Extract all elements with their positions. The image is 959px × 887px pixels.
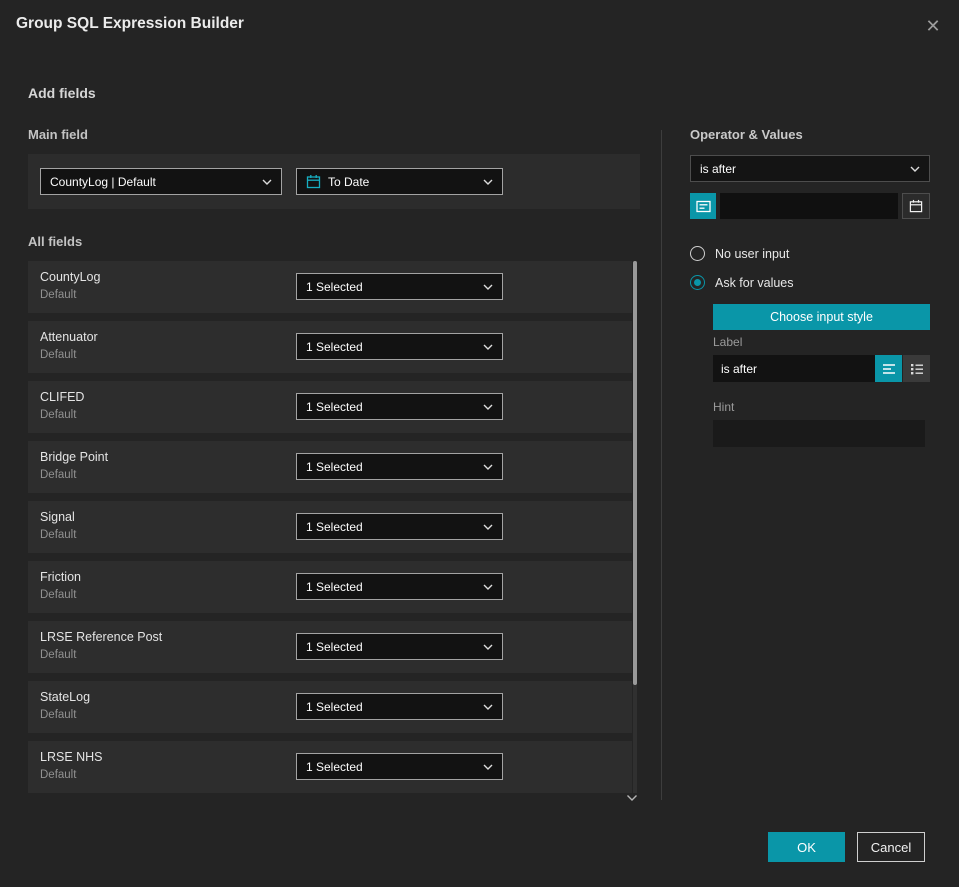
text-input-style-icon[interactable] bbox=[875, 355, 902, 382]
operator-select-value: is after bbox=[700, 161, 737, 176]
field-subtitle: Default bbox=[40, 649, 77, 661]
all-fields-label: All fields bbox=[28, 234, 83, 249]
field-selected-dropdown[interactable]: 1 Selected bbox=[296, 273, 503, 300]
main-field-label: Main field bbox=[28, 127, 88, 142]
field-row: StateLog Default 1 Selected bbox=[28, 681, 632, 733]
radio-icon bbox=[690, 246, 705, 261]
hint-caption: Hint bbox=[713, 400, 735, 414]
field-selected-value: 1 Selected bbox=[306, 459, 363, 474]
chevron-down-icon bbox=[483, 179, 493, 185]
field-subtitle: Default bbox=[40, 709, 77, 721]
scrollbar-thumb[interactable] bbox=[633, 261, 637, 685]
chevron-down-icon bbox=[483, 644, 493, 650]
field-row: LRSE NHS Default 1 Selected bbox=[28, 741, 632, 793]
main-field-date-value: To Date bbox=[328, 174, 370, 189]
chevron-down-icon bbox=[483, 404, 493, 410]
cancel-button[interactable]: Cancel bbox=[857, 832, 925, 862]
field-row: CountyLog Default 1 Selected bbox=[28, 261, 632, 313]
panel-divider bbox=[661, 130, 662, 800]
field-selected-value: 1 Selected bbox=[306, 639, 363, 654]
field-selected-value: 1 Selected bbox=[306, 699, 363, 714]
add-fields-heading: Add fields bbox=[28, 85, 96, 101]
chevron-down-icon bbox=[483, 584, 493, 590]
field-row: Friction Default 1 Selected bbox=[28, 561, 632, 613]
field-subtitle: Default bbox=[40, 589, 77, 601]
all-fields-list: CountyLog Default 1 Selected Attenuator Defa… bbox=[28, 261, 632, 801]
radio-label: No user input bbox=[715, 246, 790, 261]
field-name: Friction bbox=[40, 570, 81, 584]
label-input[interactable] bbox=[713, 355, 875, 382]
field-subtitle: Default bbox=[40, 469, 77, 481]
field-selected-dropdown[interactable]: 1 Selected bbox=[296, 513, 503, 540]
group-sql-expression-builder-dialog: Group SQL Expression Builder ✕ Add field… bbox=[0, 0, 959, 887]
field-selected-dropdown[interactable]: 1 Selected bbox=[296, 453, 503, 480]
scroll-down-icon[interactable] bbox=[626, 789, 642, 801]
field-selected-dropdown[interactable]: 1 Selected bbox=[296, 753, 503, 780]
field-selected-value: 1 Selected bbox=[306, 519, 363, 534]
field-row: Bridge Point Default 1 Selected bbox=[28, 441, 632, 493]
hint-input[interactable] bbox=[713, 420, 925, 447]
field-subtitle: Default bbox=[40, 769, 77, 781]
field-selected-dropdown[interactable]: 1 Selected bbox=[296, 393, 503, 420]
field-selected-dropdown[interactable]: 1 Selected bbox=[296, 633, 503, 660]
values-input-icon[interactable] bbox=[690, 193, 716, 219]
ok-button[interactable]: OK bbox=[768, 832, 845, 862]
field-name: CountyLog bbox=[40, 270, 101, 284]
calendar-picker-icon[interactable] bbox=[902, 193, 930, 219]
field-selected-value: 1 Selected bbox=[306, 339, 363, 354]
field-selected-dropdown[interactable]: 1 Selected bbox=[296, 693, 503, 720]
label-caption: Label bbox=[713, 335, 743, 349]
chevron-down-icon bbox=[483, 464, 493, 470]
radio-checked-icon bbox=[690, 275, 705, 290]
field-row: LRSE Reference Post Default 1 Selected bbox=[28, 621, 632, 673]
field-subtitle: Default bbox=[40, 289, 77, 301]
scrollbar-track[interactable] bbox=[633, 261, 637, 793]
field-name: LRSE Reference Post bbox=[40, 630, 163, 644]
field-name: StateLog bbox=[40, 690, 91, 704]
field-name: Attenuator bbox=[40, 330, 98, 344]
chevron-down-icon bbox=[483, 704, 493, 710]
operator-values-heading: Operator & Values bbox=[690, 127, 803, 142]
main-field-date-select[interactable]: To Date bbox=[296, 168, 503, 195]
field-row: Signal Default 1 Selected bbox=[28, 501, 632, 553]
calendar-icon bbox=[306, 174, 321, 189]
chevron-down-icon bbox=[483, 284, 493, 290]
main-field-select[interactable]: CountyLog | Default bbox=[40, 168, 282, 195]
chevron-down-icon bbox=[910, 166, 920, 172]
field-row: Attenuator Default 1 Selected bbox=[28, 321, 632, 373]
dialog-title: Group SQL Expression Builder bbox=[16, 15, 244, 32]
main-field-select-value: CountyLog | Default bbox=[50, 174, 156, 189]
radio-ask-for-values[interactable]: Ask for values bbox=[690, 275, 794, 290]
main-field-panel: CountyLog | Default To Date bbox=[28, 154, 640, 209]
radio-label: Ask for values bbox=[715, 275, 794, 290]
field-name: CLIFED bbox=[40, 390, 85, 404]
close-icon[interactable]: ✕ bbox=[919, 12, 947, 40]
field-subtitle: Default bbox=[40, 409, 77, 421]
field-subtitle: Default bbox=[40, 529, 77, 541]
field-selected-value: 1 Selected bbox=[306, 399, 363, 414]
field-selected-value: 1 Selected bbox=[306, 279, 363, 294]
chevron-down-icon bbox=[483, 764, 493, 770]
list-input-style-icon[interactable] bbox=[903, 355, 930, 382]
chevron-down-icon bbox=[262, 179, 272, 185]
chevron-down-icon bbox=[483, 524, 493, 530]
chevron-down-icon bbox=[483, 344, 493, 350]
field-selected-dropdown[interactable]: 1 Selected bbox=[296, 333, 503, 360]
field-name: Bridge Point bbox=[40, 450, 109, 464]
field-name: Signal bbox=[40, 510, 75, 524]
value-input[interactable] bbox=[720, 193, 898, 219]
operator-select[interactable]: is after bbox=[690, 155, 930, 182]
radio-no-user-input[interactable]: No user input bbox=[690, 246, 789, 261]
field-name: LRSE NHS bbox=[40, 750, 103, 764]
field-subtitle: Default bbox=[40, 349, 77, 361]
choose-input-style-button[interactable]: Choose input style bbox=[713, 304, 930, 330]
field-selected-value: 1 Selected bbox=[306, 759, 363, 774]
field-selected-dropdown[interactable]: 1 Selected bbox=[296, 573, 503, 600]
field-row: CLIFED Default 1 Selected bbox=[28, 381, 632, 433]
field-selected-value: 1 Selected bbox=[306, 579, 363, 594]
